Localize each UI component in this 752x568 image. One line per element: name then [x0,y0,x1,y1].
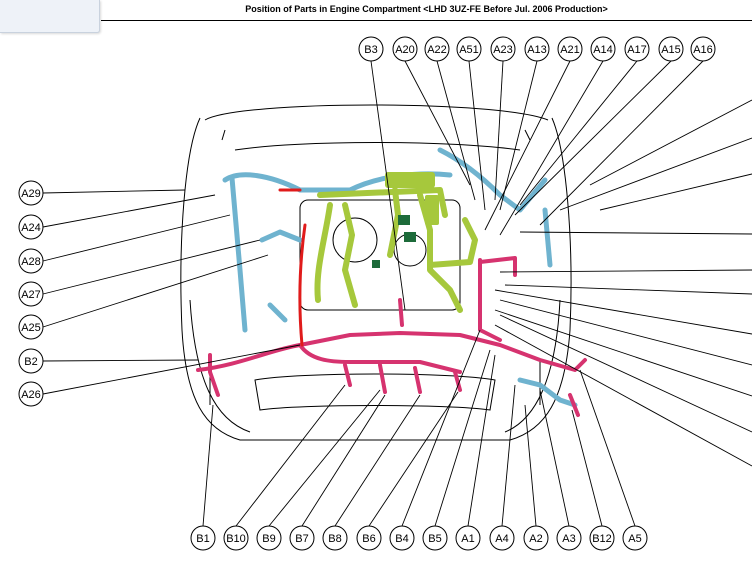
svg-text:A1: A1 [461,533,474,545]
label-A1: A1 [455,525,481,551]
svg-text:A20: A20 [395,44,415,56]
svg-text:A17: A17 [627,44,647,56]
pink-harness [196,256,587,417]
svg-text:B7: B7 [295,533,308,545]
label-A24: A24 [18,214,44,240]
labels-left: A29 A24 A28 A27 A25 B2 A26 [18,180,44,407]
label-B1: B1 [190,525,216,551]
svg-text:A13: A13 [527,44,547,56]
svg-text:B6: B6 [362,533,375,545]
svg-text:A4: A4 [495,533,508,545]
svg-text:A3: A3 [562,533,575,545]
svg-text:B4: B4 [395,533,408,545]
label-A26: A26 [18,381,44,407]
label-A15: A15 [658,36,684,62]
svg-text:A28: A28 [21,256,41,268]
label-A29: A29 [18,180,44,206]
label-A51: A51 [456,36,482,62]
svg-text:A51: A51 [459,44,479,56]
label-A13: A13 [524,36,550,62]
label-A14: A14 [590,36,616,62]
label-A25: A25 [18,314,44,340]
svg-text:A25: A25 [21,322,41,334]
label-A23: A23 [490,36,516,62]
svg-text:B1: B1 [196,533,209,545]
svg-text:A21: A21 [560,44,580,56]
blue-harness [222,147,578,408]
label-B3: B3 [358,36,384,62]
label-A28: A28 [18,248,44,274]
svg-text:A24: A24 [21,222,41,234]
label-A22: A22 [424,36,450,62]
label-A20: A20 [392,36,418,62]
svg-text:A16: A16 [693,44,713,56]
svg-text:B12: B12 [592,533,612,545]
label-A16: A16 [690,36,716,62]
svg-text:A22: A22 [427,44,447,56]
svg-text:A2: A2 [529,533,542,545]
label-B6: B6 [356,525,382,551]
label-B12: B12 [589,525,615,551]
label-B4: B4 [389,525,415,551]
engine-compartment-diagram: B3 A20 A22 A51 A23 A13 A21 A14 A17 A15 A… [18,36,752,551]
svg-text:A15: A15 [661,44,681,56]
svg-text:B2: B2 [24,356,37,368]
svg-text:A27: A27 [21,289,41,301]
label-B2: B2 [18,348,44,374]
labels-bottom: B1 B10 B9 B7 B8 B6 B4 B5 A1 A4 A2 A3 B12… [190,525,648,551]
svg-text:B3: B3 [364,44,377,56]
label-B9: B9 [256,525,282,551]
label-B5: B5 [422,525,448,551]
svg-text:B8: B8 [328,533,341,545]
svg-text:B10: B10 [226,533,246,545]
svg-text:A5: A5 [628,533,641,545]
svg-text:B9: B9 [262,533,275,545]
svg-text:A29: A29 [21,188,41,200]
label-A2: A2 [523,525,549,551]
label-B10: B10 [223,525,249,551]
label-B7: B7 [289,525,315,551]
label-A17: A17 [624,36,650,62]
label-A4: A4 [489,525,515,551]
label-A5: A5 [622,525,648,551]
leader-lines [42,60,752,527]
svg-text:A14: A14 [593,44,613,56]
svg-text:A23: A23 [493,44,513,56]
labels-top: B3 A20 A22 A51 A23 A13 A21 A14 A17 A15 A… [358,36,716,62]
label-A27: A27 [18,281,44,307]
svg-text:A26: A26 [21,389,41,401]
svg-text:B5: B5 [428,533,441,545]
label-A3: A3 [556,525,582,551]
label-A21: A21 [557,36,583,62]
label-B8: B8 [322,525,348,551]
